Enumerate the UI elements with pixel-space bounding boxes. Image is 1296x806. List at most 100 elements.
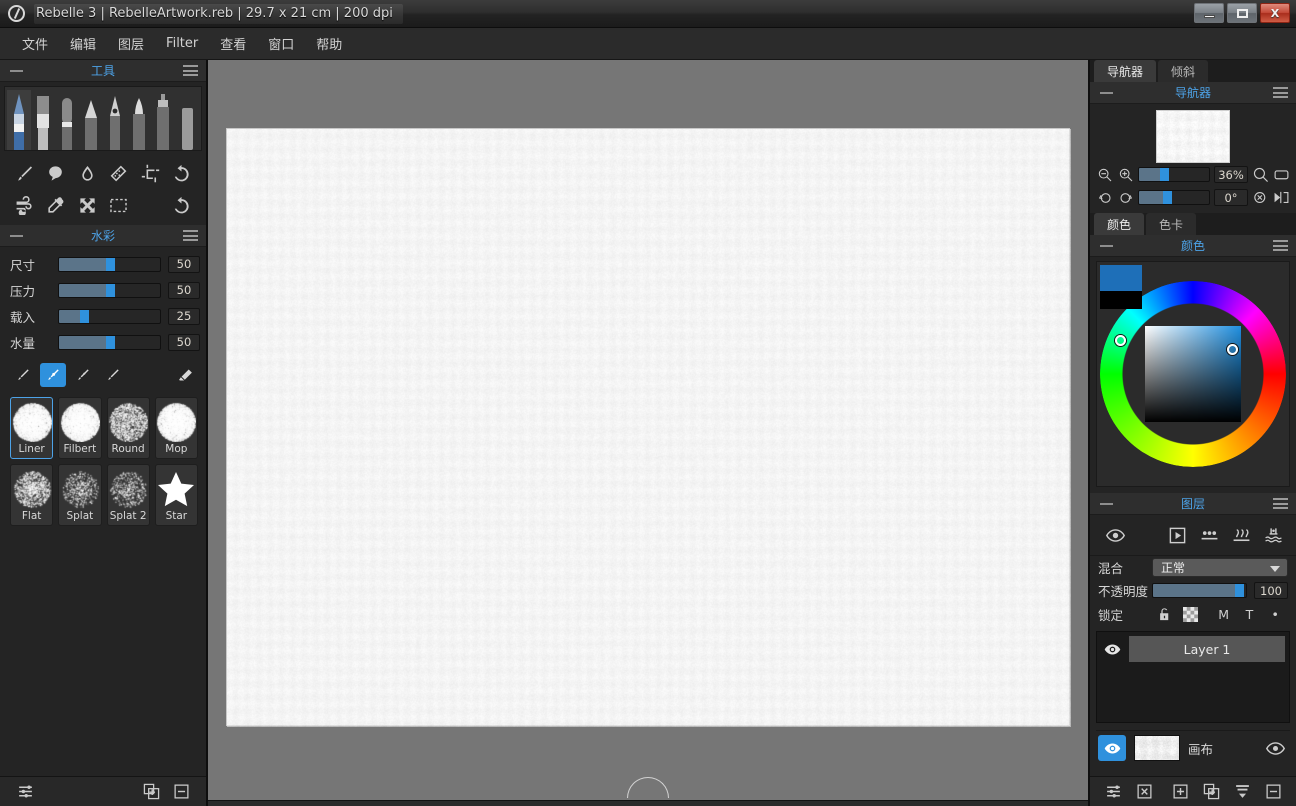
minimize-button[interactable] xyxy=(1194,3,1224,23)
lock-dot-icon[interactable]: • xyxy=(1262,607,1288,622)
brush-type-pen[interactable] xyxy=(103,90,127,150)
navigator-thumbnail[interactable] xyxy=(1156,110,1230,163)
canvas-area[interactable] xyxy=(208,60,1088,806)
layer-row[interactable]: Layer 1 xyxy=(1101,636,1285,662)
menu-edit[interactable]: 编辑 xyxy=(60,29,106,58)
brush-type-watercolor[interactable] xyxy=(7,90,31,150)
brush-mode-4[interactable] xyxy=(100,363,126,387)
size-value[interactable]: 50 xyxy=(168,256,200,273)
close-button[interactable]: X xyxy=(1260,3,1290,23)
layer-name[interactable]: Layer 1 xyxy=(1129,636,1285,662)
crop-icon[interactable] xyxy=(136,159,164,187)
menu-window[interactable]: 窗口 xyxy=(258,29,304,58)
layer-visibility-icon[interactable] xyxy=(1101,641,1123,658)
color-menu-icon[interactable] xyxy=(1273,240,1288,251)
blend-icon[interactable] xyxy=(105,159,133,187)
redo-icon[interactable] xyxy=(168,191,196,219)
brush-type-airbrush[interactable] xyxy=(151,90,175,150)
blow-icon[interactable] xyxy=(10,191,38,219)
transform-icon[interactable] xyxy=(73,191,101,219)
canvas-layer-row[interactable]: 画布 xyxy=(1096,730,1290,765)
rotate-right-icon[interactable] xyxy=(1117,189,1134,206)
layers-collapse-icon[interactable] xyxy=(1100,503,1113,505)
duplicate-brush-icon[interactable] xyxy=(140,781,162,803)
brush-icon[interactable] xyxy=(10,159,38,187)
menu-file[interactable]: 文件 xyxy=(12,29,58,58)
zoom-in-icon[interactable] xyxy=(1117,166,1134,183)
lock-move-icon[interactable]: M xyxy=(1211,607,1237,622)
undo-icon[interactable] xyxy=(168,159,196,187)
menu-help[interactable]: 帮助 xyxy=(306,29,352,58)
brush-collapse-icon[interactable] xyxy=(10,235,23,237)
brush-type-pencil[interactable] xyxy=(79,90,103,150)
transparency-lock-icon[interactable] xyxy=(1177,607,1203,622)
preset-mop[interactable]: Mop xyxy=(155,397,198,459)
rotation-value[interactable]: 0° xyxy=(1214,189,1248,206)
pressure-slider[interactable] xyxy=(58,283,161,298)
brush-mode-1[interactable] xyxy=(10,363,36,387)
rotate-left-icon[interactable] xyxy=(1096,189,1113,206)
zoom-out-icon[interactable] xyxy=(1096,166,1113,183)
preset-liner[interactable]: Liner xyxy=(10,397,53,459)
brush-settings-icon[interactable] xyxy=(14,781,36,803)
brush-mode-2[interactable] xyxy=(40,363,66,387)
tab-tilt[interactable]: 倾斜 xyxy=(1158,60,1208,82)
sv-picker-handle[interactable] xyxy=(1227,344,1238,355)
preset-splat[interactable]: Splat xyxy=(58,464,101,526)
brush-type-pastel[interactable] xyxy=(55,90,79,150)
tab-swatches[interactable]: 色卡 xyxy=(1146,213,1196,235)
opacity-value[interactable]: 100 xyxy=(1254,582,1288,599)
menu-filter[interactable]: Filter xyxy=(156,31,208,56)
menu-view[interactable]: 查看 xyxy=(210,29,256,58)
wet-visibility-icon[interactable] xyxy=(1102,523,1128,547)
load-value[interactable]: 25 xyxy=(168,308,200,325)
preset-round[interactable]: Round xyxy=(107,397,150,459)
layer-list[interactable]: Layer 1 xyxy=(1096,631,1290,723)
play-flow-icon[interactable] xyxy=(1164,523,1190,547)
rotation-slider[interactable] xyxy=(1138,190,1210,205)
color-wheel[interactable] xyxy=(1096,261,1290,487)
canvas-effects-icon[interactable] xyxy=(1262,736,1288,760)
zoom-actual-icon[interactable] xyxy=(1273,166,1290,183)
close-layer-icon[interactable] xyxy=(1133,781,1155,803)
brush-type-eraser[interactable] xyxy=(175,90,199,150)
delete-brush-icon[interactable] xyxy=(170,781,192,803)
eraser-icon[interactable] xyxy=(172,363,198,387)
tools-menu-icon[interactable] xyxy=(183,65,198,76)
preset-star[interactable]: Star xyxy=(155,464,198,526)
zoom-value[interactable]: 36% xyxy=(1214,166,1248,183)
water-value[interactable]: 50 xyxy=(168,334,200,351)
hue-picker-handle[interactable] xyxy=(1115,335,1126,346)
zoom-fit-icon[interactable] xyxy=(1252,166,1269,183)
background-color-swatch[interactable] xyxy=(1100,291,1142,309)
lock-transform-icon[interactable]: T xyxy=(1237,607,1263,622)
opacity-slider[interactable] xyxy=(1152,583,1247,598)
tab-navigator[interactable]: 导航器 xyxy=(1094,60,1156,82)
artwork-canvas[interactable] xyxy=(226,128,1070,726)
water-wet-icon[interactable] xyxy=(1260,523,1286,547)
tab-color[interactable]: 颜色 xyxy=(1094,213,1144,235)
delete-layer-icon[interactable] xyxy=(1262,781,1284,803)
zoom-slider[interactable] xyxy=(1138,167,1210,182)
navigator-collapse-icon[interactable] xyxy=(1100,92,1113,94)
brush-type-acrylic[interactable] xyxy=(31,90,55,150)
water-drop-icon[interactable] xyxy=(73,159,101,187)
preset-splat-2[interactable]: Splat 2 xyxy=(107,464,150,526)
size-slider[interactable] xyxy=(58,257,161,272)
tools-collapse-icon[interactable] xyxy=(10,70,23,72)
flip-horizontal-icon[interactable] xyxy=(1273,189,1290,206)
duplicate-layer-icon[interactable] xyxy=(1200,781,1222,803)
lock-icon[interactable] xyxy=(1151,607,1177,622)
layer-settings-icon[interactable] xyxy=(1102,781,1124,803)
dry-heat-icon[interactable] xyxy=(1228,523,1254,547)
brush-menu-icon[interactable] xyxy=(183,230,198,241)
layers-menu-icon[interactable] xyxy=(1273,498,1288,509)
smudge-icon[interactable] xyxy=(42,159,70,187)
canvas-visibility-icon[interactable] xyxy=(1098,735,1126,761)
drip-icon[interactable] xyxy=(1196,523,1222,547)
foreground-color-swatch[interactable] xyxy=(1100,265,1142,291)
reset-rotation-icon[interactable] xyxy=(1252,189,1269,206)
merge-down-icon[interactable] xyxy=(1231,781,1253,803)
add-layer-icon[interactable] xyxy=(1169,781,1191,803)
navigator-menu-icon[interactable] xyxy=(1273,87,1288,98)
